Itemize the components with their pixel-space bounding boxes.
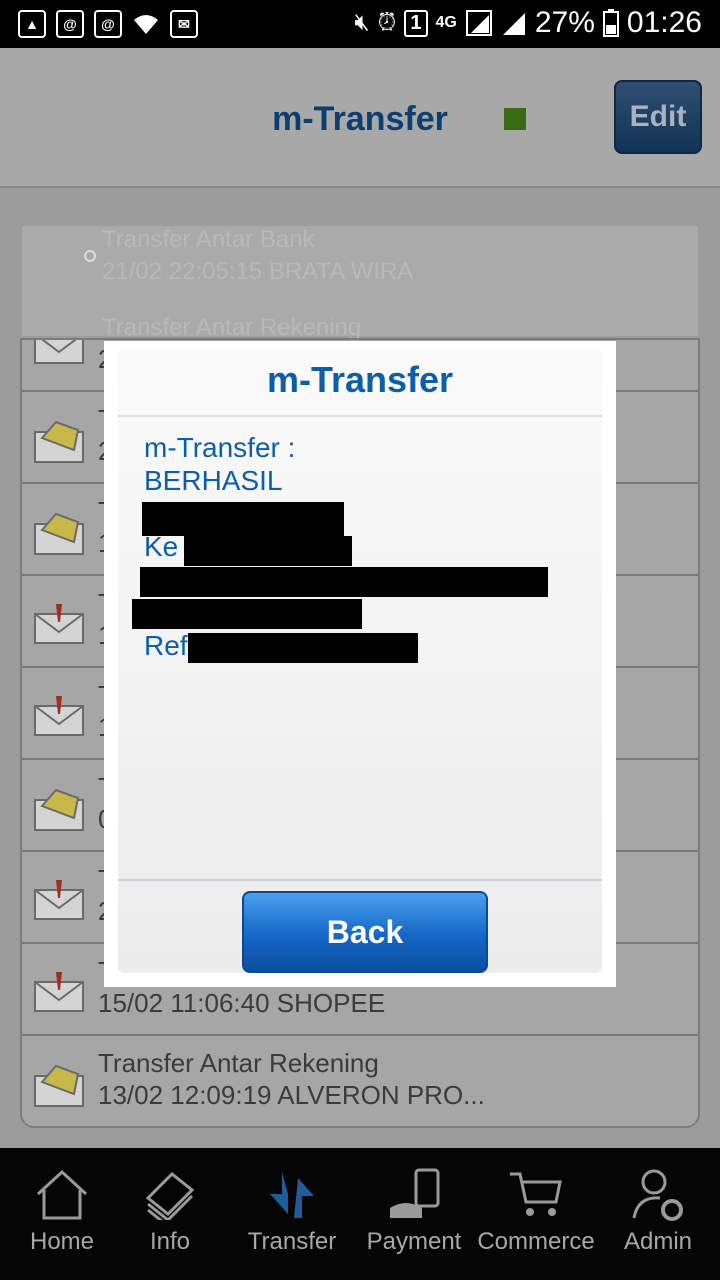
dialog-panel: m-Transfer m-Transfer : BERHASIL Ke Ref … xyxy=(118,349,602,973)
nav-commerce[interactable]: Commerce xyxy=(474,1148,598,1280)
nav-label: Transfer xyxy=(247,1228,337,1255)
nav-admin[interactable]: Admin xyxy=(596,1148,720,1280)
page-title: m-Transfer xyxy=(272,100,448,138)
list-item-sub: 13/02 12:09:19 ALVERON PRO... xyxy=(98,1080,485,1110)
battery-icon xyxy=(602,9,619,37)
open-envelope-icon xyxy=(34,512,84,555)
wifi-icon xyxy=(132,10,160,38)
list-item[interactable]: Transfer Antar Rekening 13/02 12:09:19 A… xyxy=(22,1036,698,1126)
app-header: m-Transfer Edit xyxy=(0,48,720,188)
status-indicator xyxy=(504,108,526,130)
nav-transfer[interactable]: Transfer xyxy=(230,1148,354,1280)
status-bar: ▲ @ @ ✉ 🔇︎ ⏰︎ 1 4G 27% 01:26 xyxy=(0,0,720,48)
error-envelope-icon xyxy=(34,880,84,920)
redaction-block xyxy=(142,502,344,536)
admin-icon xyxy=(632,1169,683,1221)
alarm-icon: ⏰︎ xyxy=(377,9,397,36)
network-type: 4G xyxy=(435,14,457,31)
error-envelope-icon xyxy=(34,972,84,1012)
system-status: 🔇︎ ⏰︎ 1 4G 27% 01:26 xyxy=(355,6,702,40)
signal-icon-2 xyxy=(502,13,525,35)
signal-icon xyxy=(465,10,492,36)
transfer-icon xyxy=(270,1172,314,1218)
email-notification-icon: @ xyxy=(56,10,84,38)
ghost-row-title: Transfer Antar Bank xyxy=(102,226,315,253)
list-item-sub: 15/02 11:06:40 SHOPEE xyxy=(98,988,386,1018)
divider xyxy=(118,879,602,881)
list-item-title: Transfer Antar Rekening xyxy=(98,1048,379,1078)
open-envelope-icon xyxy=(34,788,84,831)
error-envelope-icon xyxy=(34,604,84,644)
cart-icon xyxy=(510,1172,562,1216)
divider xyxy=(118,415,602,417)
bottom-navigation: Home Info Transfer Payment Commerce Admi… xyxy=(0,1148,720,1280)
error-envelope-icon xyxy=(34,696,84,736)
open-envelope-icon xyxy=(34,420,84,463)
edit-button[interactable]: Edit xyxy=(614,80,702,154)
nav-payment[interactable]: Payment xyxy=(352,1148,476,1280)
back-button[interactable]: Back xyxy=(242,891,488,973)
nav-label: Commerce xyxy=(477,1228,595,1255)
mute-icon: 🔇︎ xyxy=(354,9,370,36)
nav-label: Payment xyxy=(366,1228,462,1255)
status-text: BERHASIL xyxy=(144,465,283,496)
nav-label: Admin xyxy=(623,1228,693,1255)
info-icon xyxy=(145,1171,195,1220)
result-dialog: m-Transfer m-Transfer : BERHASIL Ke Ref … xyxy=(104,341,616,987)
ghost-row-sub: 21/02 22:05:15 BRATA WIRA xyxy=(102,258,414,285)
touch-indicator xyxy=(84,250,96,262)
notification-icons: ▲ @ @ ✉ xyxy=(18,10,198,38)
nav-label: Info xyxy=(149,1228,191,1255)
redaction-block xyxy=(140,567,548,597)
sim-badge: 1 xyxy=(404,9,428,37)
battery-percent: 27% xyxy=(534,6,595,39)
nav-home[interactable]: Home xyxy=(0,1148,124,1280)
home-icon xyxy=(36,1169,88,1220)
clock: 01:26 xyxy=(626,6,702,39)
error-envelope-icon xyxy=(34,340,84,364)
message-line: m-Transfer : xyxy=(144,432,296,463)
nav-label: Home xyxy=(29,1228,95,1255)
dialog-title: m-Transfer xyxy=(266,359,454,400)
redaction-block xyxy=(184,536,352,566)
open-envelope-icon xyxy=(34,1064,84,1107)
redaction-block xyxy=(188,633,418,663)
email-notification-icon-2: @ xyxy=(94,10,122,38)
image-notification-icon: ▲ xyxy=(18,10,46,38)
nav-info[interactable]: Info xyxy=(108,1148,232,1280)
payment-icon xyxy=(390,1168,440,1218)
mail-icon: ✉ xyxy=(170,10,198,38)
redaction-block xyxy=(132,599,362,629)
list-top-ghost: Transfer Antar Bank 21/02 22:05:15 BRATA… xyxy=(22,226,698,341)
